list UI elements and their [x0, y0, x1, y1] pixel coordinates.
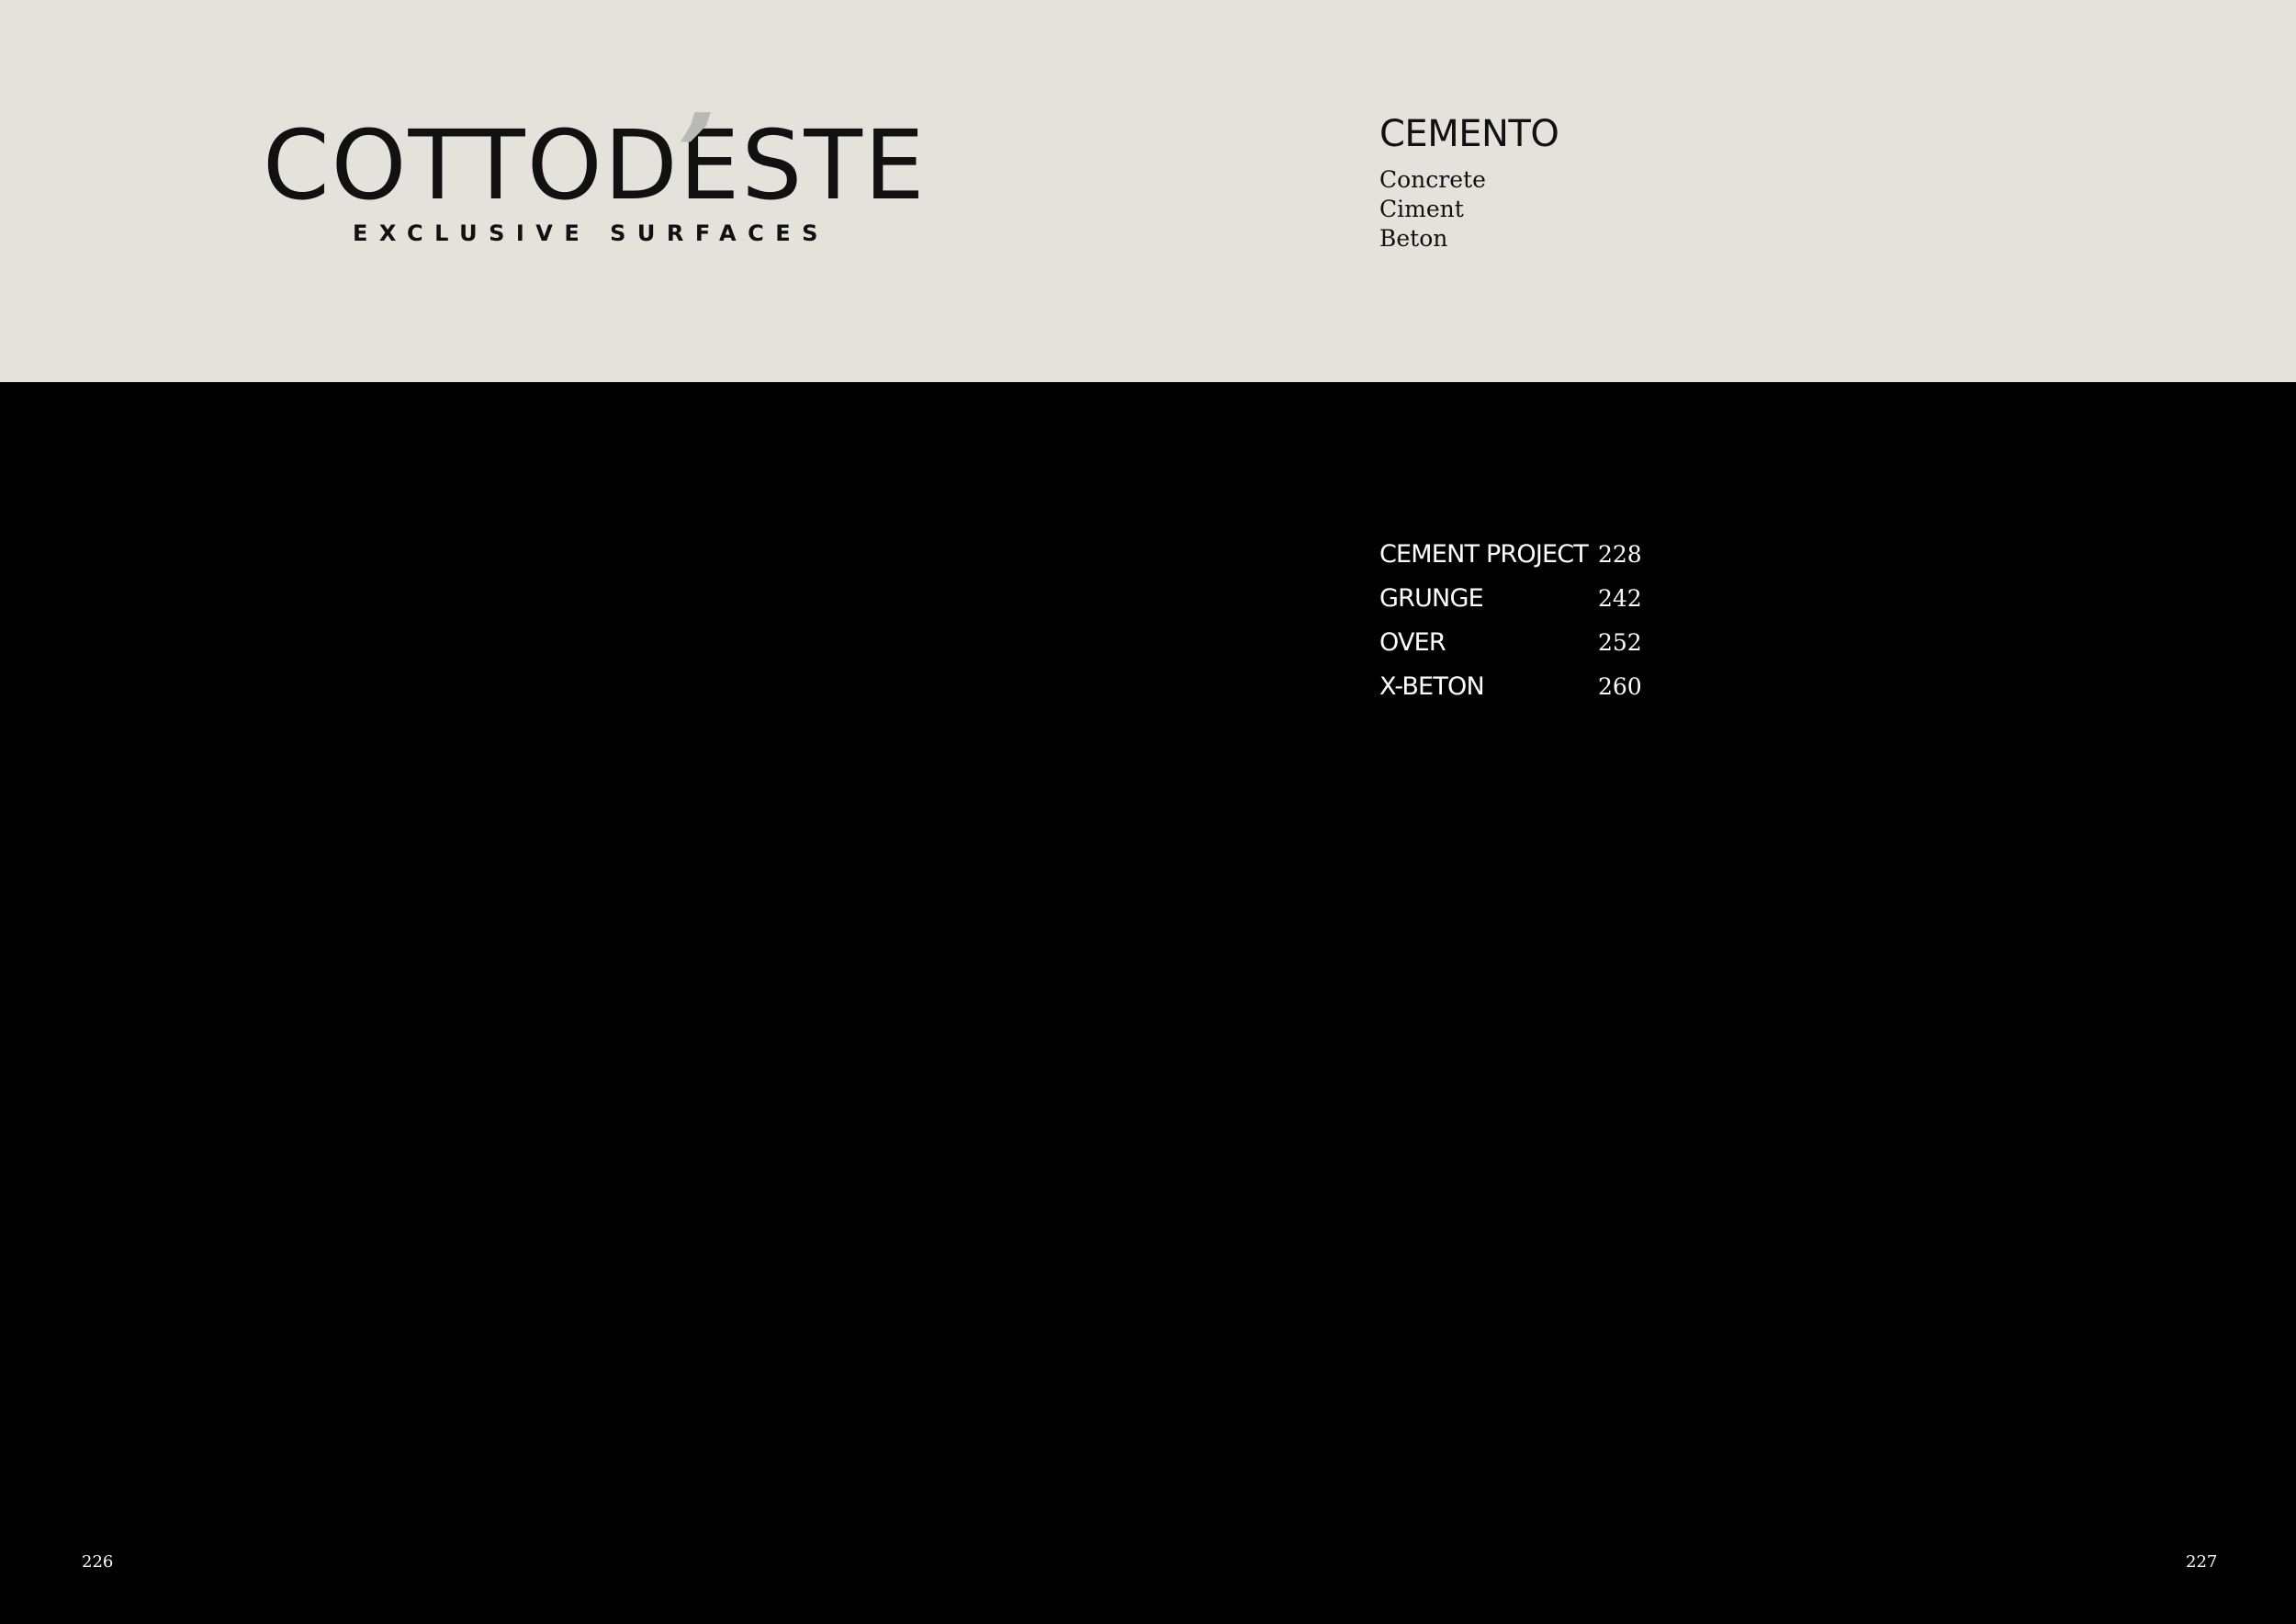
index-collection-name: GRUNGE [1379, 584, 1484, 613]
index-collection-name: X-BETON [1379, 672, 1485, 701]
index-page-number: 242 [1598, 585, 1642, 612]
collection-index: CEMENT PROJECT 228 GRUNGE 242 OVER 252 X… [1379, 540, 1642, 716]
page-number-right: 227 [2186, 1552, 2218, 1572]
catalog-spread: COTTOD’ESTE EXCLUSIVE SURFACES CEMENTO C… [0, 0, 2296, 1624]
index-row[interactable]: GRUNGE 242 [1379, 584, 1642, 628]
brand-tagline: EXCLUSIVE SURFACES [353, 220, 829, 246]
index-row[interactable]: X-BETON 260 [1379, 672, 1642, 716]
index-row[interactable]: OVER 252 [1379, 628, 1642, 672]
category-translation-de: Beton [1379, 225, 1448, 252]
brand-logo: COTTOD’ESTE EXCLUSIVE SURFACES [263, 93, 925, 255]
category-translation-en: Concrete [1379, 166, 1486, 193]
category-translation-fr: Ciment [1379, 196, 1464, 222]
category-translations: Concrete Ciment Beton [1379, 165, 1559, 254]
category-title: CEMENTO [1379, 113, 1559, 155]
index-collection-name: OVER [1379, 628, 1446, 657]
brand-wordmark-left: COTTOD [263, 109, 680, 221]
index-page-number: 260 [1598, 673, 1642, 700]
category-heading: CEMENTO Concrete Ciment Beton [1379, 112, 1559, 254]
index-page-number: 228 [1598, 541, 1642, 568]
index-collection-name: CEMENT PROJECT [1379, 540, 1589, 569]
index-row[interactable]: CEMENT PROJECT 228 [1379, 540, 1642, 584]
index-page-number: 252 [1598, 629, 1642, 656]
brand-wordmark: COTTOD’ESTE [263, 93, 927, 213]
page-number-left: 226 [82, 1552, 114, 1572]
header-band: COTTOD’ESTE EXCLUSIVE SURFACES CEMENTO C… [0, 0, 2296, 382]
